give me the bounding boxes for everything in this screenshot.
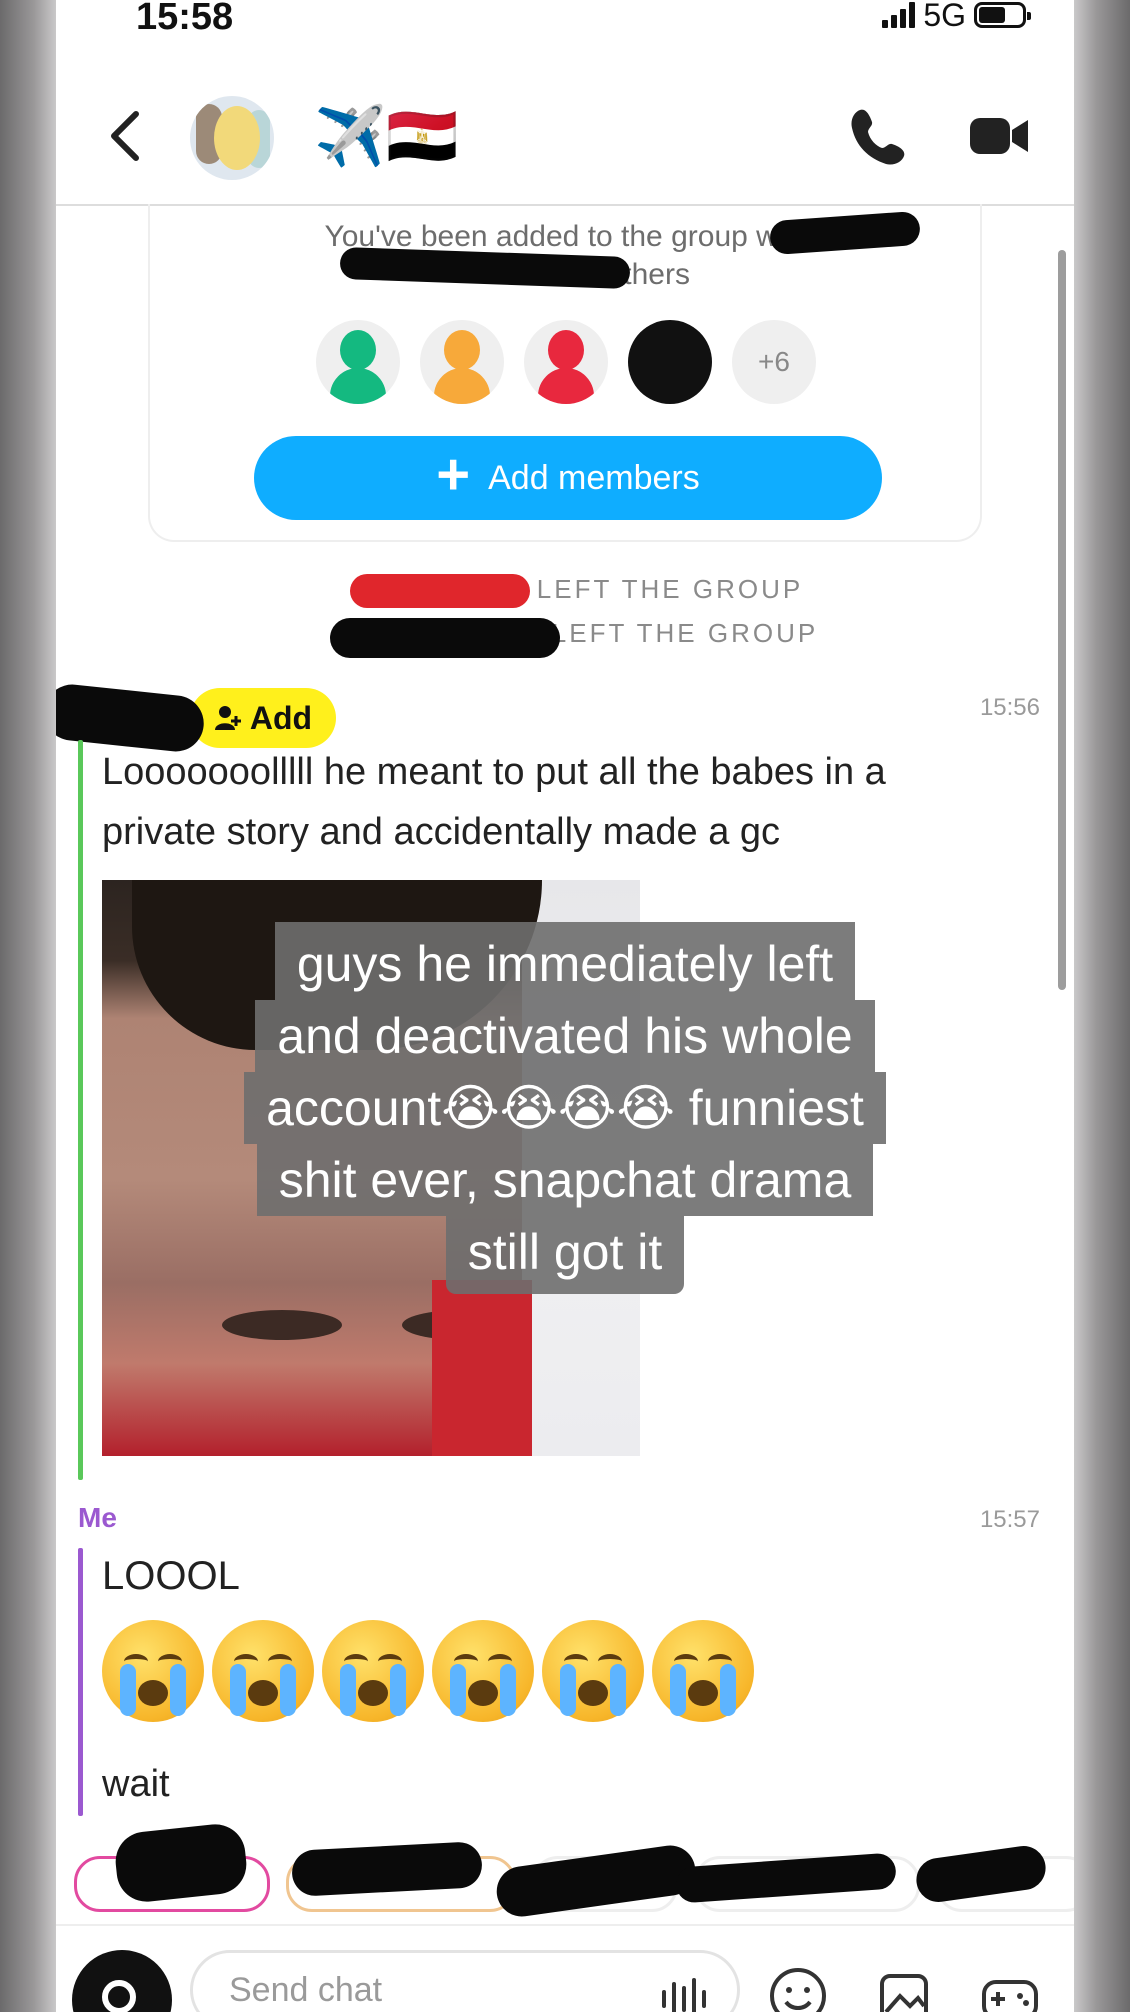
member-avatar[interactable]	[524, 320, 608, 404]
games-icon[interactable]	[980, 1966, 1040, 2012]
chat-composer	[56, 1924, 1074, 2012]
add-friend-button[interactable]: Add	[190, 688, 336, 748]
caption-line: still got it	[445, 1216, 685, 1294]
group-name[interactable]: ✈️🇪🇬	[314, 102, 458, 172]
member-avatar[interactable]	[628, 320, 712, 404]
crying-emoji-icon	[432, 1620, 534, 1722]
video-call-icon[interactable]	[968, 108, 1032, 164]
message-text[interactable]: wait	[102, 1754, 1022, 1814]
add-label: Add	[249, 699, 313, 736]
group-info-card: You've been added to the group with +6 o…	[148, 204, 982, 542]
phone-call-icon[interactable]	[846, 104, 910, 168]
caption-line: and deactivated his whole	[255, 1000, 875, 1072]
message-text[interactable]: LOOOL	[102, 1546, 1022, 1606]
left-group-note: LEFT THE GROUP	[551, 618, 819, 648]
caption-line: guys he immediately left	[274, 922, 856, 1000]
network-label: 5G	[923, 0, 966, 33]
redaction-mark	[330, 618, 560, 658]
member-avatar[interactable]	[316, 320, 400, 404]
back-chevron-icon[interactable]	[98, 106, 158, 166]
message-timestamp: 15:57	[979, 1506, 1040, 1533]
redaction-mark	[350, 574, 530, 608]
message-line: Looooooolllll he meant to put all the ba…	[102, 751, 886, 793]
left-group-note: LEFT THE GROUP	[536, 574, 804, 604]
caption-line: account😭😭😭😭 funniest	[244, 1072, 886, 1144]
message-text[interactable]: Looooooolllll he meant to put all the ba…	[102, 742, 1022, 862]
overlay-caption: guys he immediately left and deactivated…	[0, 922, 1130, 1294]
message-line: private story and accidentally made a gc	[102, 811, 781, 853]
my-message-bar	[78, 1548, 83, 1816]
camera-icon	[102, 1980, 136, 2012]
group-avatar[interactable]	[190, 96, 274, 180]
status-time: 15:58	[136, 0, 234, 38]
crying-emoji-icon	[102, 1620, 204, 1722]
caption-line: shit ever, snapchat drama	[256, 1144, 874, 1216]
status-icons: 5G	[882, 0, 1031, 33]
crying-emoji-icon	[322, 1620, 424, 1722]
sender-me-label: Me	[78, 1502, 117, 1533]
memories-icon[interactable]	[874, 1966, 934, 2012]
battery-icon	[974, 2, 1031, 28]
crying-emoji-row[interactable]	[102, 1620, 754, 1722]
crying-emoji-icon	[652, 1620, 754, 1722]
signal-icon	[882, 2, 916, 28]
chat-header: ✈️🇪🇬	[56, 80, 1074, 206]
add-members-button[interactable]: + Add members	[254, 436, 882, 520]
voice-note-icon[interactable]	[654, 1966, 714, 2012]
member-bubbles: +6	[316, 320, 816, 404]
crying-emoji-icon	[542, 1620, 644, 1722]
message-timestamp: 15:56	[979, 694, 1040, 721]
emoji-icon[interactable]	[768, 1966, 828, 2012]
camera-button[interactable]	[72, 1950, 172, 2012]
add-friend-icon	[214, 706, 241, 730]
add-members-label: Add members	[488, 458, 700, 497]
member-avatar[interactable]	[420, 320, 504, 404]
message-header: Add 15:56	[56, 688, 1074, 748]
plus-icon: +	[436, 442, 471, 507]
more-members-badge[interactable]: +6	[732, 320, 816, 404]
crying-emoji-icon	[212, 1620, 314, 1722]
